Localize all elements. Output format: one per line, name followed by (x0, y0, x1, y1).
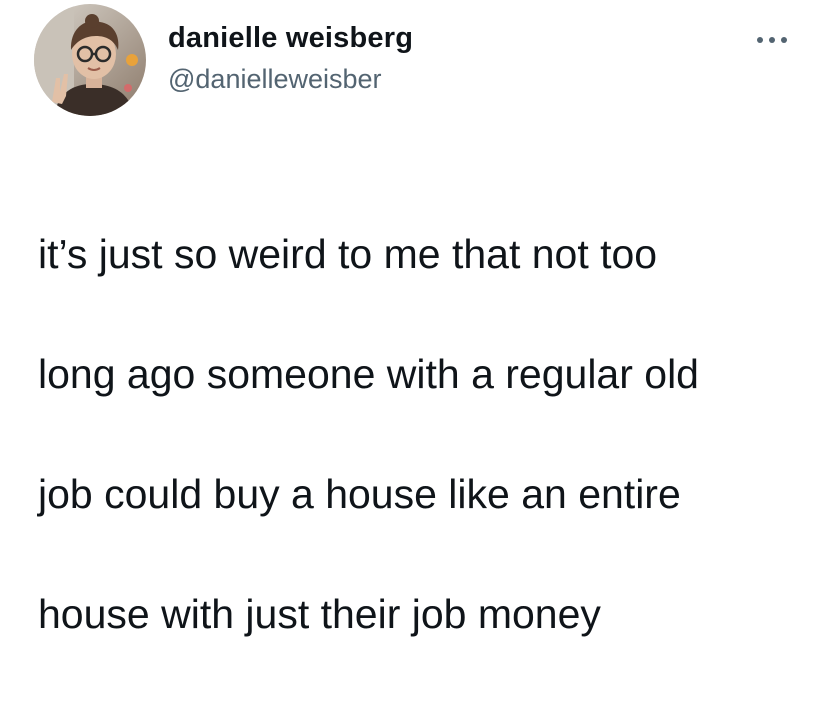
profile-photo-icon (34, 4, 146, 116)
author-handle[interactable]: @danielleweisber (168, 64, 382, 95)
more-options-icon[interactable] (752, 30, 792, 50)
tweet-text-line: job could buy a house like an entire (38, 471, 681, 517)
tweet-text: it’s just so weird to me that not too lo… (38, 164, 808, 704)
tweet-text-line: it’s just so weird to me that not too (38, 231, 658, 277)
author-avatar[interactable] (34, 4, 146, 116)
tweet-text-line: house with just their job money (38, 591, 601, 637)
tweet-card: danielle weisberg @danielleweisber it’s … (0, 0, 828, 637)
tweet-text-line: long ago someone with a regular old (38, 351, 699, 397)
author-display-name[interactable]: danielle weisberg (168, 22, 413, 55)
